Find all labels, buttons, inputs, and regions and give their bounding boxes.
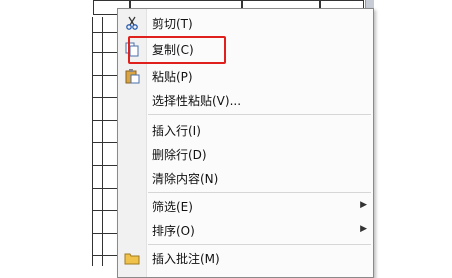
menu-item-clear-contents[interactable]: 清除内容(N) xyxy=(118,167,373,189)
menu-item-label: 删除行(D) xyxy=(152,148,207,162)
insert-comment-icon xyxy=(124,253,140,265)
menu-item-label: 排序(O) xyxy=(152,224,195,238)
menu-item-insert-row[interactable]: 插入行(I) xyxy=(118,119,373,141)
highlight-box xyxy=(128,36,226,64)
submenu-arrow-icon: ▶ xyxy=(360,224,367,234)
grid-line xyxy=(92,120,120,121)
grid-line xyxy=(92,52,120,53)
paste-icon xyxy=(125,69,140,84)
menu-item-sort[interactable]: 排序(O) ▶ xyxy=(118,219,373,241)
menu-separator xyxy=(148,192,371,193)
menu-item-label: 插入批注(M) xyxy=(152,252,220,266)
grid-line xyxy=(92,165,120,166)
menu-separator xyxy=(148,114,371,115)
menu-item-label: 选择性粘贴(V)... xyxy=(152,94,242,108)
menu-item-paste-special[interactable]: 选择性粘贴(V)... xyxy=(118,89,373,111)
grid-line xyxy=(92,32,120,33)
grid-line xyxy=(92,233,120,234)
menu-item-label: 剪切(T) xyxy=(152,17,193,31)
menu-item-label: 筛选(E) xyxy=(152,200,193,214)
grid-line xyxy=(92,210,120,211)
grid-line xyxy=(92,75,120,76)
menu-item-filter[interactable]: 筛选(E) ▶ xyxy=(118,195,373,217)
menu-item-label: 粘贴(P) xyxy=(152,70,193,84)
scissors-icon xyxy=(126,16,138,30)
grid-line xyxy=(92,188,120,189)
menu-item-cut[interactable]: 剪切(T) xyxy=(118,12,373,34)
menu-item-label: 插入行(I) xyxy=(152,124,201,138)
menu-item-paste[interactable]: 粘贴(P) xyxy=(118,65,373,87)
grid-line xyxy=(92,255,120,256)
menu-item-label: 清除内容(N) xyxy=(152,172,219,186)
menu-item-delete-row[interactable]: 删除行(D) xyxy=(118,143,373,165)
submenu-arrow-icon: ▶ xyxy=(360,200,367,210)
menu-separator xyxy=(148,244,371,245)
grid-line xyxy=(92,97,120,98)
grid-line xyxy=(92,142,120,143)
